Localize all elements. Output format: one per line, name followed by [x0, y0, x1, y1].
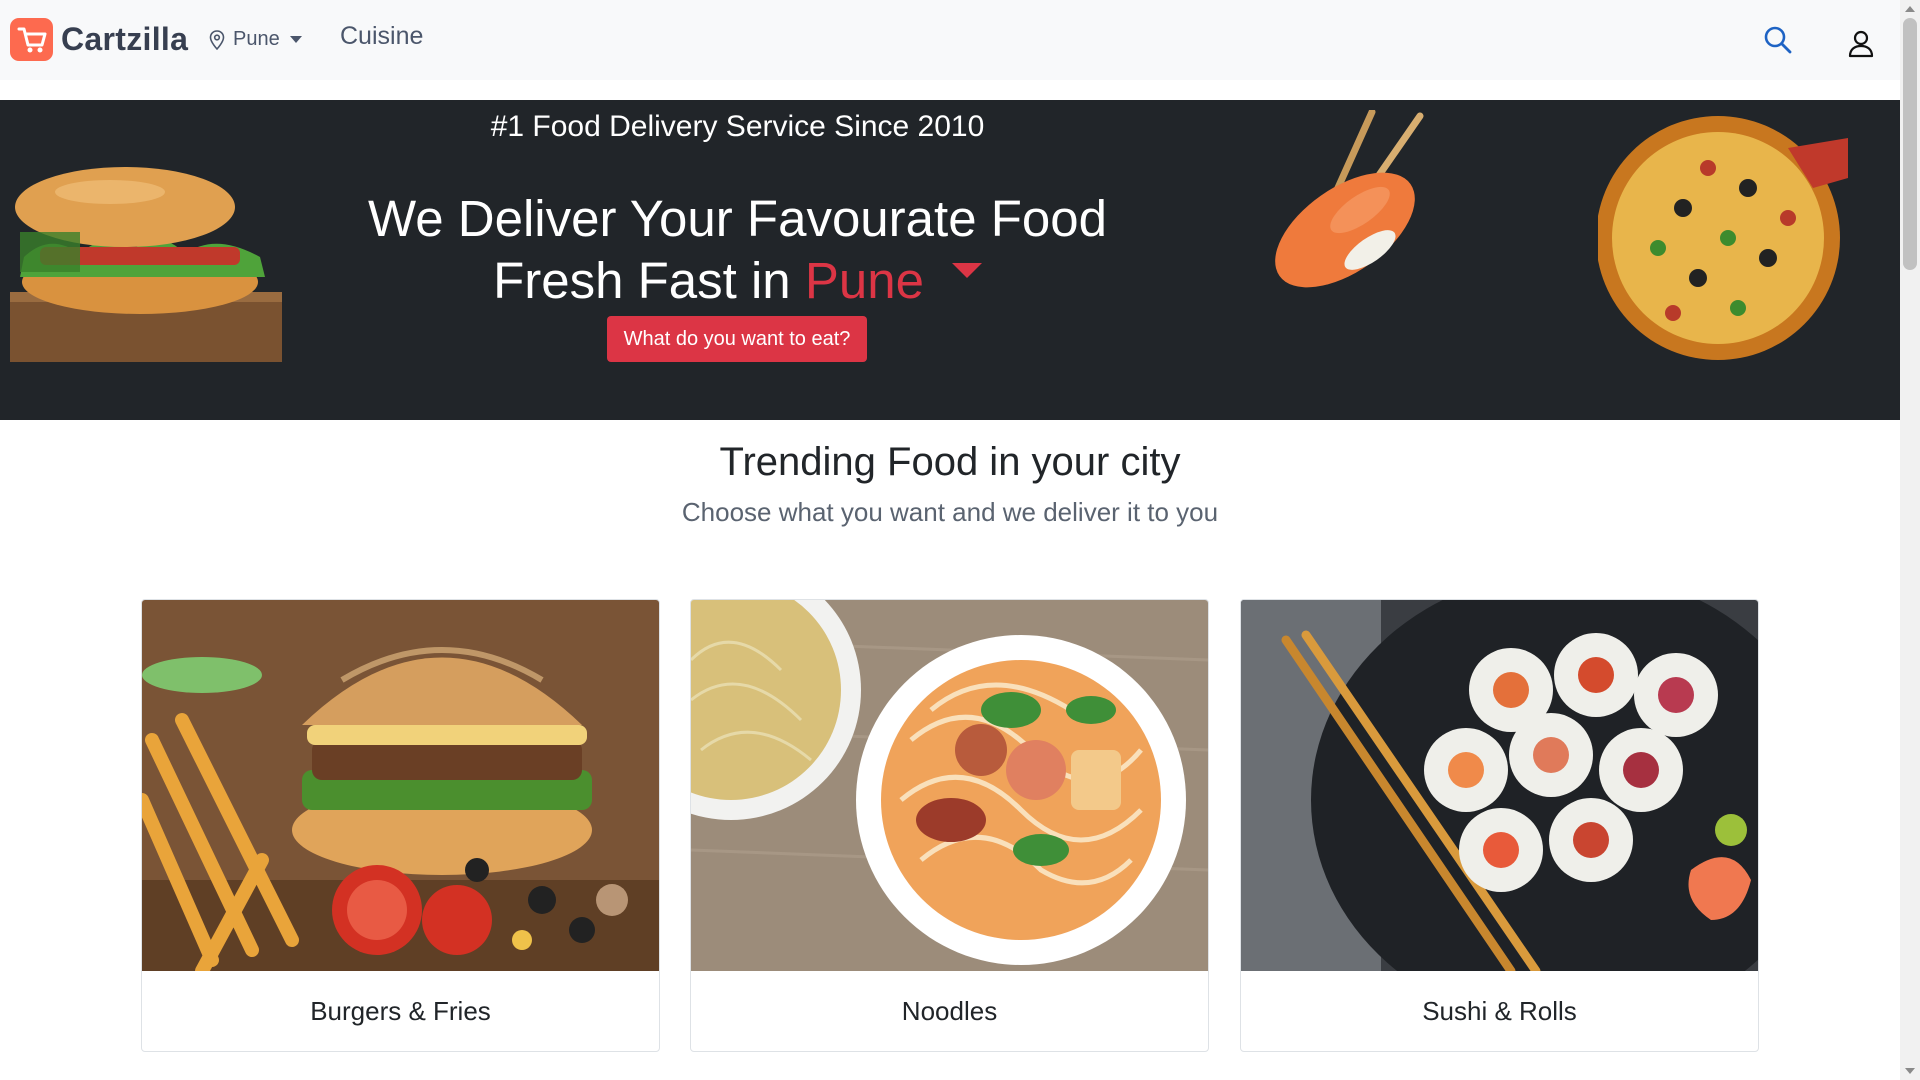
card-label: Sushi & Rolls — [1422, 996, 1577, 1026]
section-subtitle: Choose what you want and we deliver it t… — [681, 497, 1219, 527]
brand-name: Cartzilla — [61, 21, 189, 57]
sushi-rolls-image — [1241, 600, 1758, 971]
scroll-up-arrow-icon[interactable] — [1905, 6, 1915, 12]
food-card-noodles[interactable]: Noodles — [690, 599, 1209, 1052]
location-label: Pune — [233, 28, 280, 50]
city-dropdown-caret-icon[interactable] — [951, 263, 982, 279]
chevron-down-icon — [289, 36, 302, 43]
what-to-eat-button[interactable]: What do you want to eat? — [607, 316, 867, 362]
page-scrollbar[interactable] — [1900, 0, 1920, 1080]
scroll-down-arrow-icon[interactable] — [1905, 1068, 1915, 1074]
user-icon[interactable] — [1848, 30, 1874, 58]
search-icon[interactable] — [1762, 24, 1794, 56]
cart-logo-icon — [10, 18, 53, 61]
food-card-sushi[interactable]: Sushi & Rolls — [1240, 599, 1759, 1052]
hero-banner: #1 Food Delivery Service Since 2010 We D… — [0, 100, 1900, 420]
brand[interactable]: Cartzilla — [10, 18, 188, 61]
nav-link-cuisine[interactable]: Cuisine — [340, 22, 423, 51]
scroll-thumb[interactable] — [1903, 18, 1917, 270]
hero-title-prefix: Fresh Fast in — [493, 252, 805, 309]
map-pin-icon — [209, 29, 225, 50]
noodles-image — [691, 600, 1208, 971]
card-label: Burgers & Fries — [310, 996, 491, 1026]
food-card-burgers[interactable]: Burgers & Fries — [141, 599, 660, 1052]
card-label: Noodles — [901, 996, 998, 1026]
top-navbar: Cartzilla Pune Cuisine — [0, 0, 1900, 80]
pizza-image — [1598, 116, 1848, 360]
burgers-image — [142, 600, 659, 971]
section-title: Trending Food in your city — [719, 440, 1181, 484]
hero-city-name[interactable]: Pune — [805, 252, 924, 309]
sushi-image — [1275, 110, 1424, 288]
location-selector[interactable]: Pune — [209, 28, 302, 51]
